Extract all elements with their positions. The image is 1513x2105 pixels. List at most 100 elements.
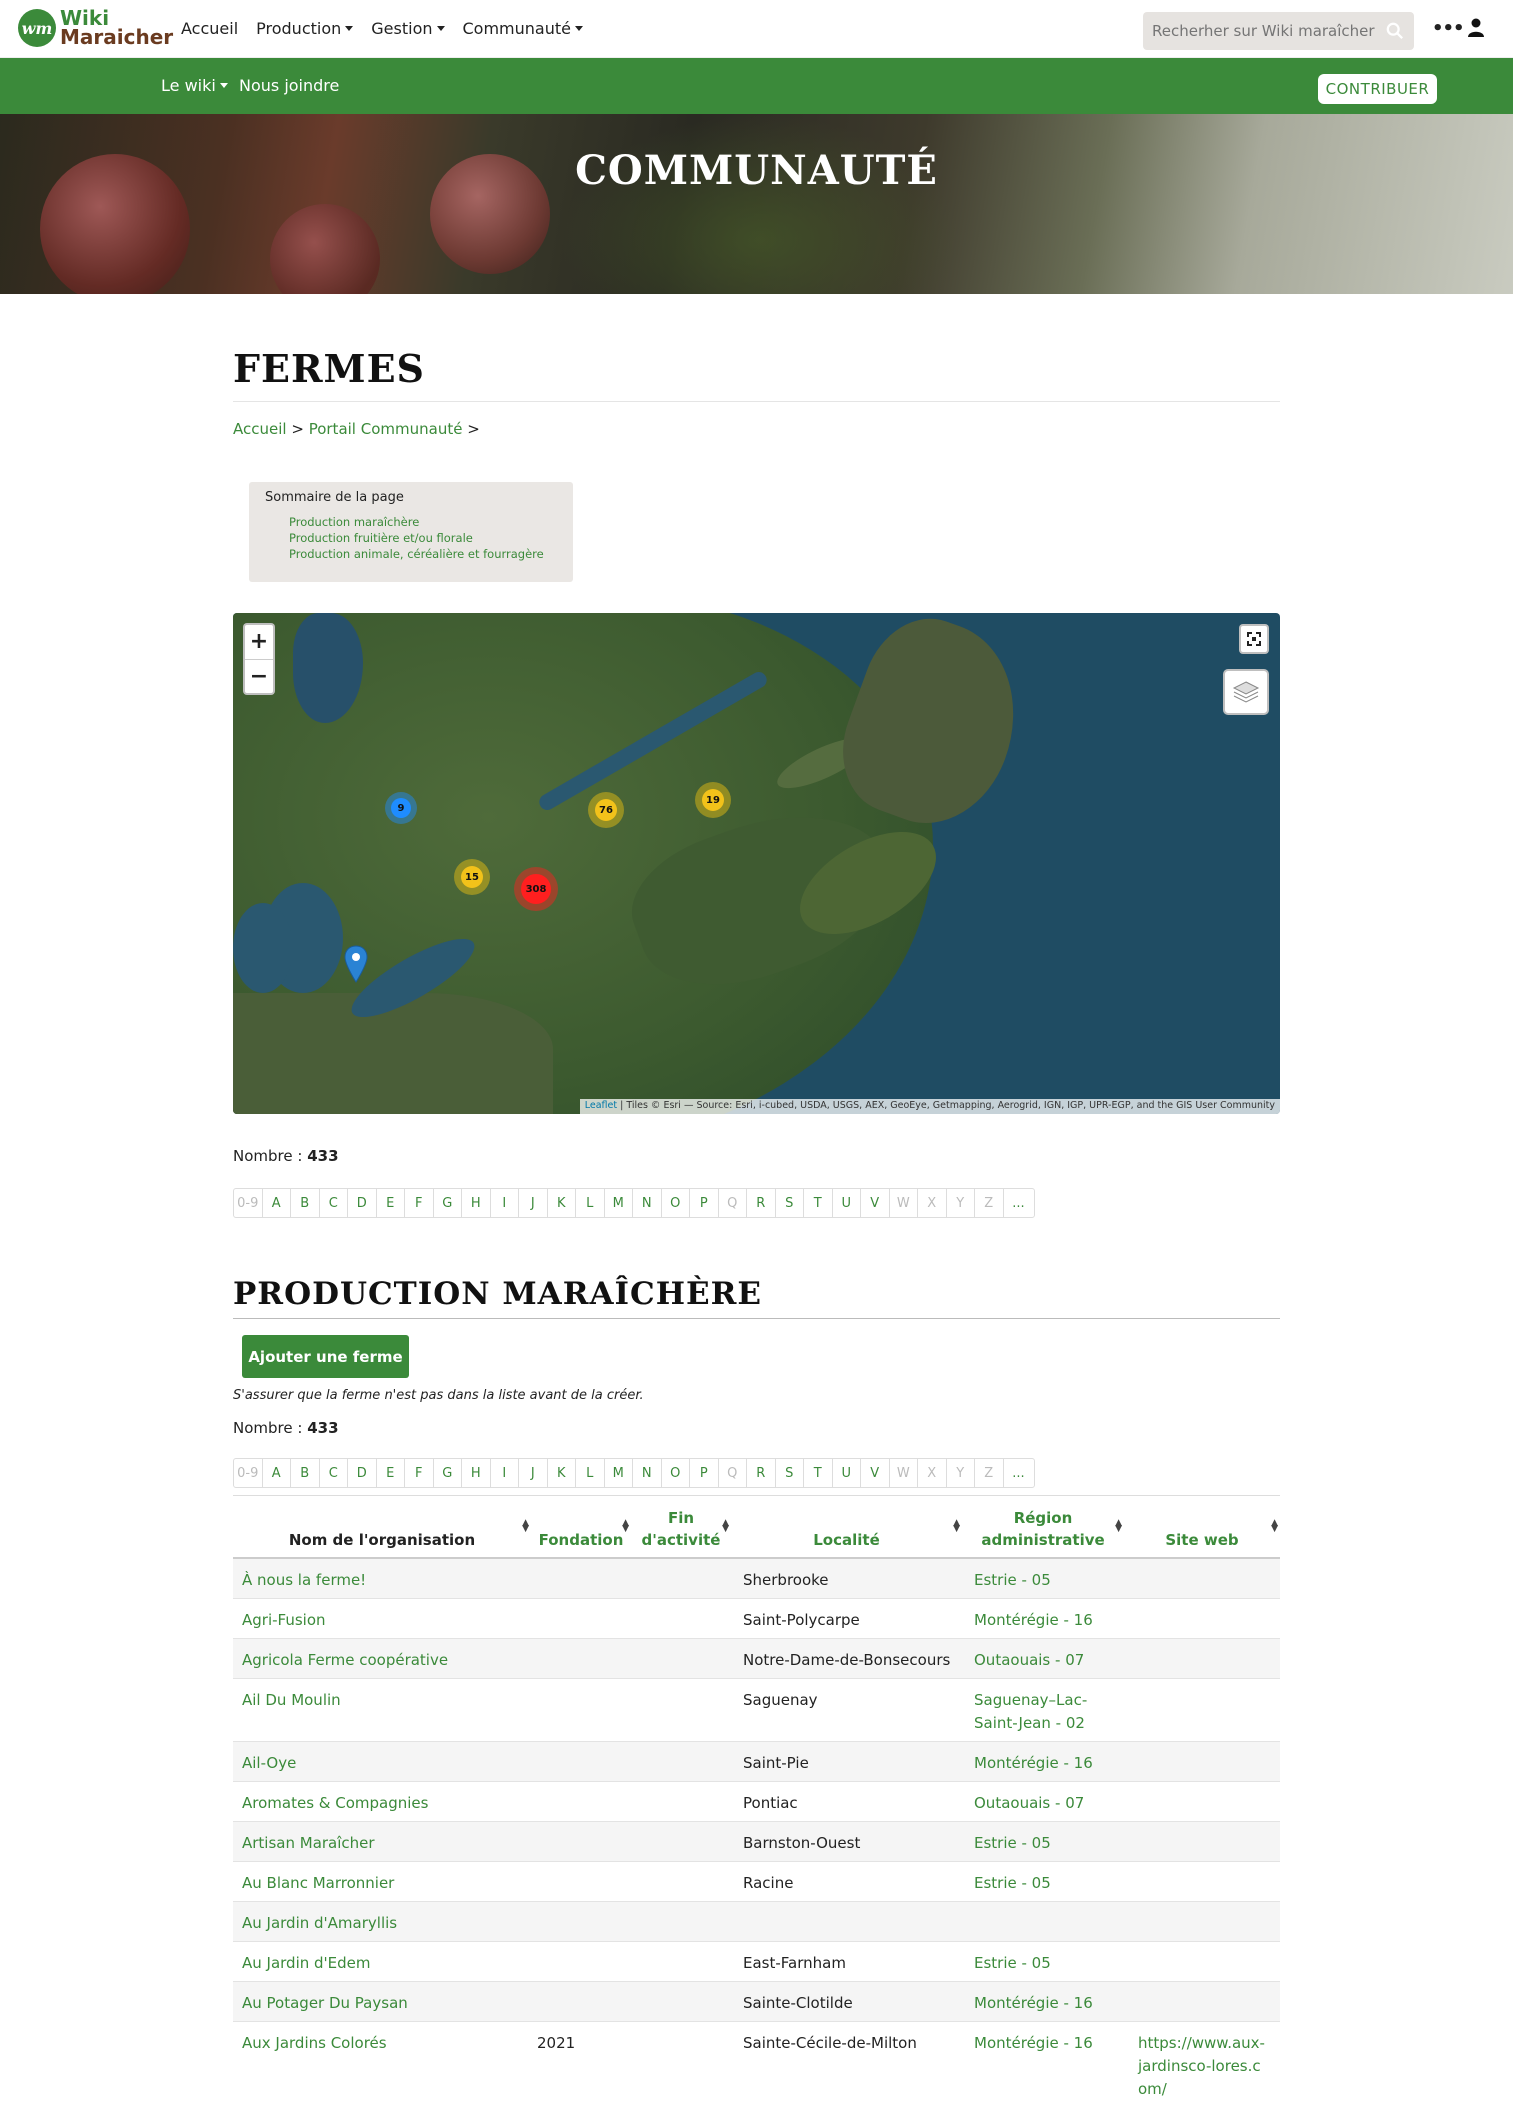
sort-icon[interactable]: ▲ ▼ [953,1519,960,1534]
alphabet-letter[interactable]: D [348,1189,377,1217]
cell-reg[interactable]: Montérégie - 16 [974,1992,1104,2015]
menu-accueil[interactable]: Accueil [181,19,238,38]
cell-reg[interactable]: Estrie - 05 [974,1872,1104,1895]
alphabet-letter[interactable]: L [576,1189,605,1217]
layers-icon[interactable] [1223,669,1269,715]
alphabet-letter[interactable]: O [662,1459,690,1487]
map-marker-icon[interactable] [344,945,368,983]
search-input[interactable] [1152,22,1380,40]
menu-nous-joindre[interactable]: Nous joindre [239,76,339,95]
alphabet-letter[interactable]: U [833,1459,861,1487]
header-region[interactable]: Région administrative ▲ ▼ [962,1496,1124,1558]
alphabet-letter[interactable]: I [491,1459,519,1487]
cell-name[interactable]: Ail Du Moulin [242,1689,341,1712]
alphabet-letter[interactable]: N [633,1459,662,1487]
toc-item[interactable]: Production animale, céréalière et fourra… [289,546,557,562]
cell-web[interactable]: https://www.aux-jardinsco-lores.com/ [1138,2032,1268,2101]
header-fondation[interactable]: Fondation ▲ ▼ [531,1496,631,1558]
cell-name[interactable]: Agri-Fusion [242,1609,326,1632]
map-cluster[interactable]: 9 [385,792,417,824]
leaflet-link[interactable]: Leaflet [585,1100,617,1111]
alphabet-letter[interactable]: A [263,1189,291,1217]
alphabet-letter[interactable]: G [434,1459,462,1487]
map-cluster[interactable]: 15 [454,859,490,895]
menu-production[interactable]: Production [256,19,353,38]
sort-icon[interactable]: ▲ ▼ [722,1519,729,1534]
cell-name[interactable]: Artisan Maraîcher [242,1832,375,1855]
alphabet-letter[interactable]: P [690,1189,719,1217]
alphabet-letter[interactable]: E [377,1189,405,1217]
alphabet-letter[interactable]: C [320,1459,348,1487]
menu-le-wiki[interactable]: Le wiki [161,76,228,95]
menu-gestion[interactable]: Gestion [371,19,444,38]
add-farm-button[interactable]: Ajouter une ferme [242,1335,409,1378]
cell-name[interactable]: Aux Jardins Colorés [242,2032,387,2055]
header-fin-activite[interactable]: Fin d'activité ▲ ▼ [631,1496,731,1558]
cell-reg[interactable]: Saguenay–Lac-Saint-Jean - 02 [974,1689,1104,1735]
alphabet-letter[interactable]: V [861,1459,890,1487]
zoom-out-button[interactable]: − [245,660,273,694]
menu-communaute[interactable]: Communauté [463,19,583,38]
cell-reg[interactable]: Outaouais - 07 [974,1792,1104,1815]
alphabet-letter[interactable]: J [519,1189,548,1217]
cell-reg[interactable]: Montérégie - 16 [974,1752,1104,1775]
fullscreen-icon[interactable] [1239,624,1269,654]
alphabet-letter[interactable]: N [633,1189,662,1217]
toc-item[interactable]: Production maraîchère [289,514,557,530]
alphabet-letter[interactable]: L [576,1459,605,1487]
sort-icon[interactable]: ▲ ▼ [522,1519,529,1534]
alphabet-letter[interactable]: ... [1004,1189,1034,1217]
map-cluster[interactable]: 76 [588,792,624,828]
alphabet-letter[interactable]: T [804,1189,833,1217]
alphabet-letter[interactable]: V [861,1189,890,1217]
cell-name[interactable]: Au Potager Du Paysan [242,1992,408,2015]
cell-name[interactable]: Au Blanc Marronnier [242,1872,394,1895]
alphabet-letter[interactable]: I [491,1189,519,1217]
toc-item[interactable]: Production fruitière et/ou florale [289,530,557,546]
cell-name[interactable]: Au Jardin d'Edem [242,1952,371,1975]
alphabet-letter[interactable]: M [605,1189,633,1217]
alphabet-letter[interactable]: E [377,1459,405,1487]
cell-reg[interactable]: Montérégie - 16 [974,1609,1104,1632]
cell-name[interactable]: Aromates & Compagnies [242,1792,428,1815]
cell-reg[interactable]: Estrie - 05 [974,1832,1104,1855]
alphabet-letter[interactable]: G [434,1189,462,1217]
alphabet-letter[interactable]: J [519,1459,548,1487]
farms-map[interactable]: + − 9 76 19 15 308 Leaflet | Tiles © Esr… [233,613,1280,1114]
user-icon[interactable] [1467,18,1485,38]
cell-name[interactable]: Au Jardin d'Amaryllis [242,1912,397,1935]
cell-name[interactable]: À nous la ferme! [242,1569,366,1592]
alphabet-letter[interactable]: H [462,1459,491,1487]
alphabet-letter[interactable]: ... [1004,1459,1034,1487]
breadcrumb-home[interactable]: Accueil [233,420,287,438]
alphabet-letter[interactable]: A [263,1459,291,1487]
map-cluster[interactable]: 19 [695,782,731,818]
alphabet-letter[interactable]: U [833,1189,861,1217]
alphabet-letter[interactable]: B [291,1459,320,1487]
header-localite[interactable]: Localité ▲ ▼ [731,1496,962,1558]
alphabet-letter[interactable]: F [405,1459,434,1487]
search-icon[interactable] [1386,22,1404,40]
alphabet-letter[interactable]: C [320,1189,348,1217]
alphabet-letter[interactable]: O [662,1189,690,1217]
cell-reg[interactable]: Outaouais - 07 [974,1649,1104,1672]
cell-reg[interactable]: Estrie - 05 [974,1952,1104,1975]
alphabet-letter[interactable]: R [747,1189,776,1217]
alphabet-letter[interactable]: K [548,1189,576,1217]
alphabet-letter[interactable]: F [405,1189,434,1217]
cell-reg[interactable]: Estrie - 05 [974,1569,1104,1592]
header-name[interactable]: Nom de l'organisation ▲ ▼ [233,1496,531,1558]
cell-name[interactable]: Agricola Ferme coopérative [242,1649,448,1672]
alphabet-letter[interactable]: T [804,1459,833,1487]
zoom-in-button[interactable]: + [245,625,273,660]
breadcrumb-portal[interactable]: Portail Communauté [309,420,463,438]
contribute-button[interactable]: CONTRIBUER [1318,74,1437,104]
alphabet-letter[interactable]: R [747,1459,776,1487]
sort-icon[interactable]: ▲ ▼ [622,1519,629,1534]
sort-icon[interactable]: ▲ ▼ [1115,1519,1122,1534]
map-cluster[interactable]: 308 [514,867,558,911]
cell-reg[interactable]: Montérégie - 16 [974,2032,1104,2055]
cell-name[interactable]: Ail-Oye [242,1752,296,1775]
alphabet-letter[interactable]: H [462,1189,491,1217]
alphabet-letter[interactable]: S [776,1189,804,1217]
